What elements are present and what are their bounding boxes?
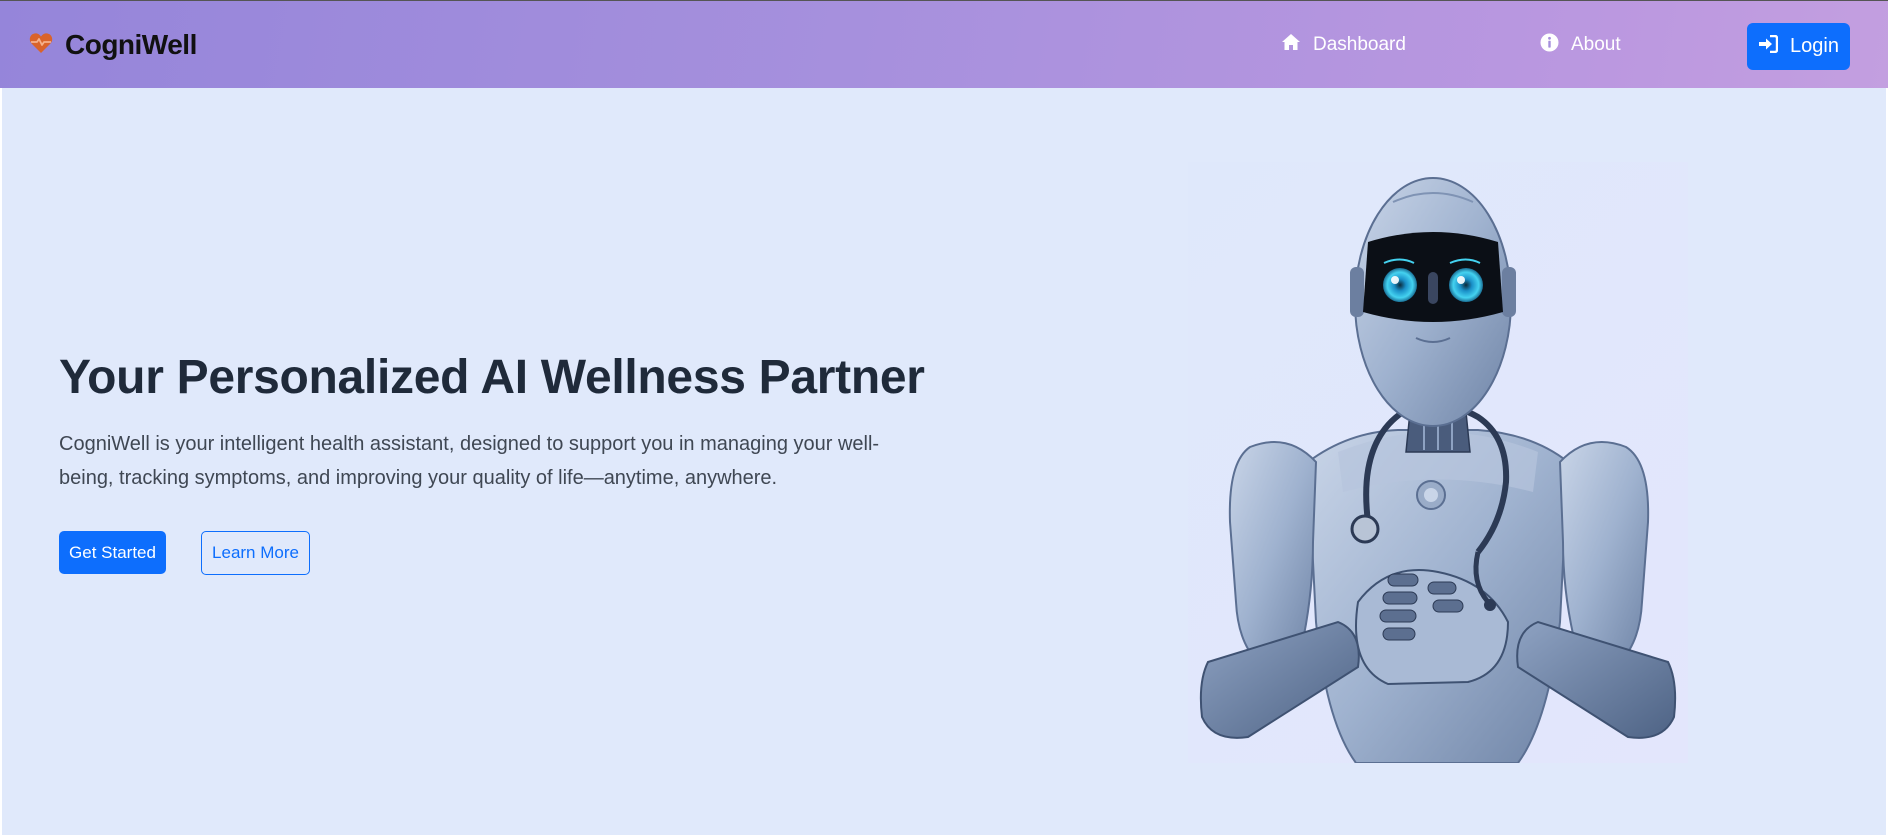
nav-about-label: About [1571,34,1621,55]
top-navbar: CogniWell Dashboard About Login [0,0,1888,88]
login-label: Login [1790,35,1839,57]
nav-dashboard-label: Dashboard [1313,34,1406,55]
home-icon [1281,33,1301,57]
get-started-button[interactable]: Get Started [59,531,166,574]
learn-more-button[interactable]: Learn More [201,531,310,575]
info-circle-icon [1540,33,1559,58]
hero-section: Your Personalized AI Wellness Partner Co… [0,88,1888,837]
brand-name: CogniWell [65,29,197,60]
nav-dashboard-link[interactable]: Dashboard [1281,31,1406,59]
hero-title: Your Personalized AI Wellness Partner [59,351,925,404]
login-button[interactable]: Login [1747,23,1850,70]
hero-description: CogniWell is your intelligent health ass… [59,433,880,489]
heart-pulse-icon [29,32,53,59]
brand[interactable]: CogniWell [29,25,197,65]
nav-about-link[interactable]: About [1540,31,1621,59]
sign-in-icon [1758,34,1779,59]
ai-doctor-robot-illustration [1188,162,1688,764]
